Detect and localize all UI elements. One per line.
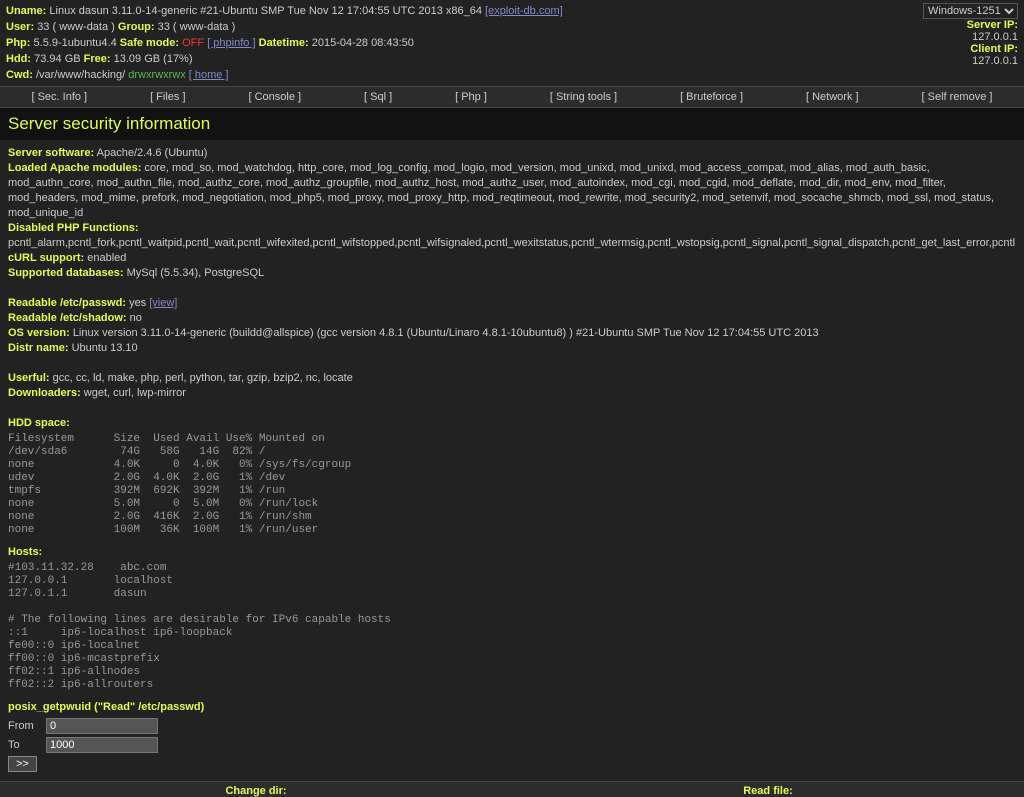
- php-value: 5.5.9-1ubuntu4.4: [34, 37, 117, 49]
- nav-string[interactable]: [ String tools ]: [550, 91, 617, 103]
- to-label: To: [8, 738, 46, 753]
- safemode-label: Safe mode:: [120, 37, 179, 49]
- downloaders-label: Downloaders:: [8, 387, 81, 399]
- header-panel: Uname: Linux dasun 3.11.0-14-generic #21…: [0, 0, 1024, 86]
- nav-secinfo[interactable]: [ Sec. Info ]: [31, 91, 87, 103]
- free-label: Free:: [84, 53, 111, 65]
- footer-bar: Change dir: Read file:: [0, 781, 1024, 797]
- nav-files[interactable]: [ Files ]: [150, 91, 185, 103]
- nav-sql[interactable]: [ Sql ]: [364, 91, 392, 103]
- encoding-select[interactable]: Windows-1251: [923, 3, 1018, 19]
- to-input[interactable]: [46, 737, 158, 753]
- readfile-label: Read file:: [512, 785, 1024, 797]
- disabled-label: Disabled PHP Functions:: [8, 222, 139, 234]
- hdd-free: 13.09 GB (17%): [114, 53, 193, 65]
- passwd-label: Readable /etc/passwd:: [8, 297, 126, 309]
- exploit-db-link[interactable]: [exploit-db.com]: [485, 5, 563, 17]
- safemode-value: OFF: [182, 37, 204, 49]
- nav-console[interactable]: [ Console ]: [248, 91, 301, 103]
- disabled-funcs: pcntl_alarm,pcntl_fork,pcntl_waitpid,pcn…: [8, 236, 1016, 251]
- uname-value: Linux dasun 3.11.0-14-generic #21-Ubuntu…: [49, 5, 482, 17]
- passwd: yes: [129, 297, 146, 309]
- hdd-label: Hdd:: [6, 53, 31, 65]
- server-info-box: Windows-1251 Server IP: 127.0.0.1 Client…: [923, 3, 1018, 67]
- user-value: 33 ( www-data ): [37, 21, 115, 33]
- client-ip: 127.0.0.1: [972, 55, 1018, 67]
- home-link[interactable]: [ home ]: [189, 69, 229, 81]
- distr-label: Distr name:: [8, 342, 69, 354]
- software-label: Server software:: [8, 147, 94, 159]
- content-panel: Server software: Apache/2.4.6 (Ubuntu) L…: [0, 140, 1024, 781]
- db: MySql (5.5.34), PostgreSQL: [127, 267, 265, 279]
- os: Linux version 3.11.0-14-generic (buildd@…: [73, 327, 819, 339]
- from-label: From: [8, 719, 46, 734]
- uname-label: Uname:: [6, 5, 46, 17]
- user-label: User:: [6, 21, 34, 33]
- client-ip-label: Client IP:: [970, 43, 1018, 55]
- datetime-label: Datetime:: [259, 37, 309, 49]
- shadow: no: [130, 312, 142, 324]
- userful-label: Userful:: [8, 372, 50, 384]
- posix-label: posix_getpwuid ("Read" /etc/passwd): [8, 701, 204, 713]
- datetime-value: 2015-04-28 08:43:50: [312, 37, 414, 49]
- changedir-label: Change dir:: [0, 785, 512, 797]
- userful: gcc, cc, ld, make, php, perl, python, ta…: [53, 372, 353, 384]
- nav-selfremove[interactable]: [ Self remove ]: [922, 91, 993, 103]
- hddspace-label: HDD space:: [8, 417, 70, 429]
- page-title: Server security information: [0, 108, 1024, 140]
- nav-network[interactable]: [ Network ]: [806, 91, 859, 103]
- view-passwd[interactable]: [view]: [149, 297, 177, 309]
- cwd-label: Cwd:: [6, 69, 33, 81]
- cwd-perms: drwxrwxrwx: [128, 69, 185, 81]
- nav-php[interactable]: [ Php ]: [455, 91, 487, 103]
- group-value: 33 ( www-data ): [158, 21, 236, 33]
- submit-button[interactable]: >>: [8, 756, 37, 772]
- nav-brute[interactable]: [ Bruteforce ]: [680, 91, 743, 103]
- db-label: Supported databases:: [8, 267, 124, 279]
- phpinfo-link[interactable]: [ phpinfo ]: [207, 37, 255, 49]
- server-ip-label: Server IP:: [967, 19, 1018, 31]
- downloaders: wget, curl, lwp-mirror: [84, 387, 186, 399]
- distr: Ubuntu 13.10: [72, 342, 138, 354]
- group-label: Group:: [118, 21, 155, 33]
- hdd-total: 73.94 GB: [34, 53, 80, 65]
- hosts-label: Hosts:: [8, 546, 42, 558]
- curl-label: cURL support:: [8, 252, 84, 264]
- cwd-path[interactable]: /var/www/hacking/: [36, 69, 125, 81]
- software: Apache/2.4.6 (Ubuntu): [97, 147, 208, 159]
- modules-label: Loaded Apache modules:: [8, 162, 141, 174]
- php-label: Php:: [6, 37, 30, 49]
- shadow-label: Readable /etc/shadow:: [8, 312, 127, 324]
- from-input[interactable]: [46, 718, 158, 734]
- os-label: OS version:: [8, 327, 70, 339]
- hddspace-pre: Filesystem Size Used Avail Use% Mounted …: [8, 433, 1016, 537]
- modules: core, mod_so, mod_watchdog, http_core, m…: [8, 162, 994, 219]
- server-ip: 127.0.0.1: [972, 31, 1018, 43]
- nav-bar: [ Sec. Info ] [ Files ] [ Console ] [ Sq…: [0, 86, 1024, 108]
- curl: enabled: [87, 252, 126, 264]
- hosts-pre: #103.11.32.28 abc.com 127.0.0.1 localhos…: [8, 562, 1016, 692]
